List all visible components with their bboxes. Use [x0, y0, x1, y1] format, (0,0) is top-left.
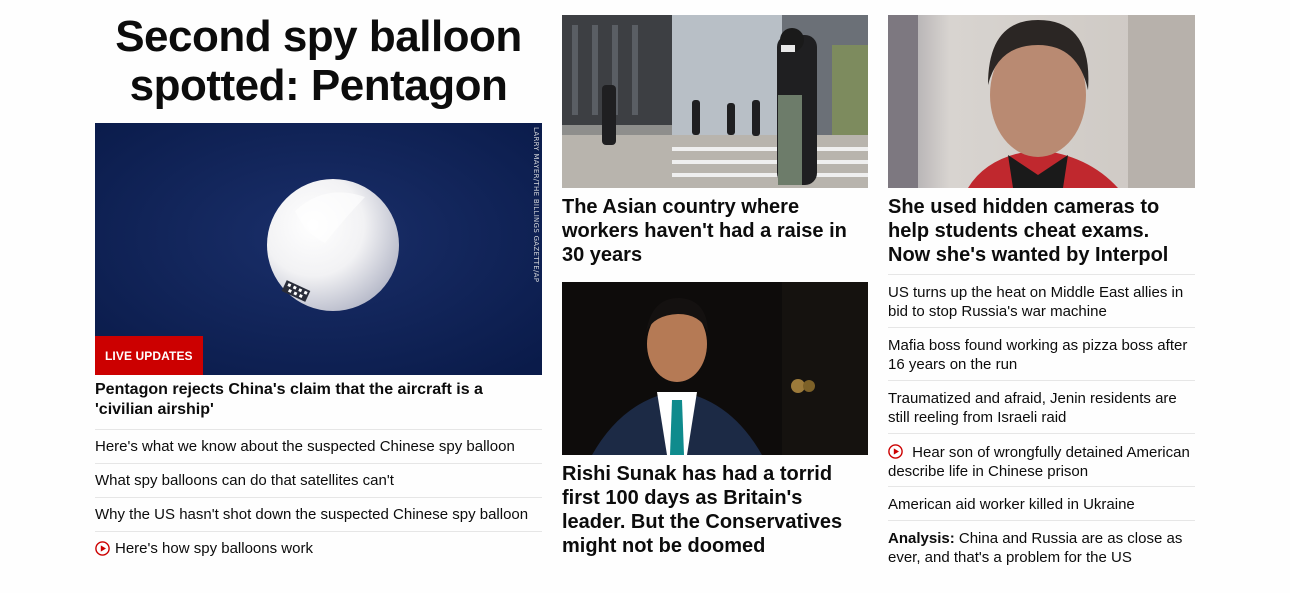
- balloon-image[interactable]: LARRY MAYER/THE BILLINGS GAZETTE/AP LIVE…: [95, 123, 542, 375]
- headline-links: US turns up the heat on Middle East alli…: [888, 274, 1195, 573]
- link-text[interactable]: American aid worker killed in Ukraine: [888, 496, 1135, 513]
- link-text[interactable]: Mafia boss found working as pizza boss a…: [888, 337, 1187, 373]
- main-headline[interactable]: Second spy balloon spotted: Pentagon: [95, 12, 542, 110]
- portrait-photo: [562, 282, 868, 455]
- woman-portrait-image[interactable]: [888, 15, 1195, 188]
- tokyo-street-image[interactable]: [562, 15, 868, 188]
- list-item[interactable]: Hear son of wrongfully detained American…: [888, 433, 1195, 486]
- link-text[interactable]: Traumatized and afraid, Jenin residents …: [888, 390, 1177, 426]
- rishi-sunak-image[interactable]: [562, 282, 868, 455]
- live-updates-badge[interactable]: LIVE UPDATES: [95, 336, 203, 375]
- list-item[interactable]: Here's how spy balloons work: [95, 531, 542, 565]
- list-item[interactable]: Why the US hasn't shot down the suspecte…: [95, 497, 542, 531]
- image-credit: LARRY MAYER/THE BILLINGS GAZETTE/AP: [532, 127, 540, 283]
- link-text[interactable]: US turns up the heat on Middle East alli…: [888, 284, 1183, 320]
- related-links: Here's what we know about the suspected …: [95, 429, 542, 565]
- list-item[interactable]: Mafia boss found working as pizza boss a…: [888, 327, 1195, 380]
- list-item[interactable]: Here's what we know about the suspected …: [95, 429, 542, 463]
- portrait-photo: [888, 15, 1195, 188]
- list-item[interactable]: Analysis: China and Russia are as close …: [888, 520, 1195, 573]
- lead-link[interactable]: Pentagon rejects China's claim that the …: [95, 380, 542, 420]
- list-item[interactable]: What spy balloons can do that satellites…: [95, 463, 542, 497]
- card-headline[interactable]: The Asian country where workers haven't …: [562, 195, 868, 267]
- street-photo: [562, 15, 868, 188]
- link-text[interactable]: What spy balloons can do that satellites…: [95, 471, 394, 490]
- list-item[interactable]: US turns up the heat on Middle East alli…: [888, 274, 1195, 327]
- play-icon: [888, 444, 903, 459]
- link-text[interactable]: Here's how spy balloons work: [115, 539, 313, 558]
- card-headline[interactable]: She used hidden cameras to help students…: [888, 195, 1195, 267]
- link-text[interactable]: Here's what we know about the suspected …: [95, 437, 515, 456]
- list-item[interactable]: Traumatized and afraid, Jenin residents …: [888, 380, 1195, 433]
- link-text[interactable]: Hear son of wrongfully detained American…: [888, 444, 1190, 480]
- play-icon: [95, 541, 110, 556]
- analysis-label: Analysis:: [888, 530, 955, 547]
- card-headline[interactable]: Rishi Sunak has had a torrid first 100 d…: [562, 462, 868, 558]
- list-item[interactable]: American aid worker killed in Ukraine: [888, 486, 1195, 520]
- link-text[interactable]: Why the US hasn't shot down the suspecte…: [95, 505, 528, 524]
